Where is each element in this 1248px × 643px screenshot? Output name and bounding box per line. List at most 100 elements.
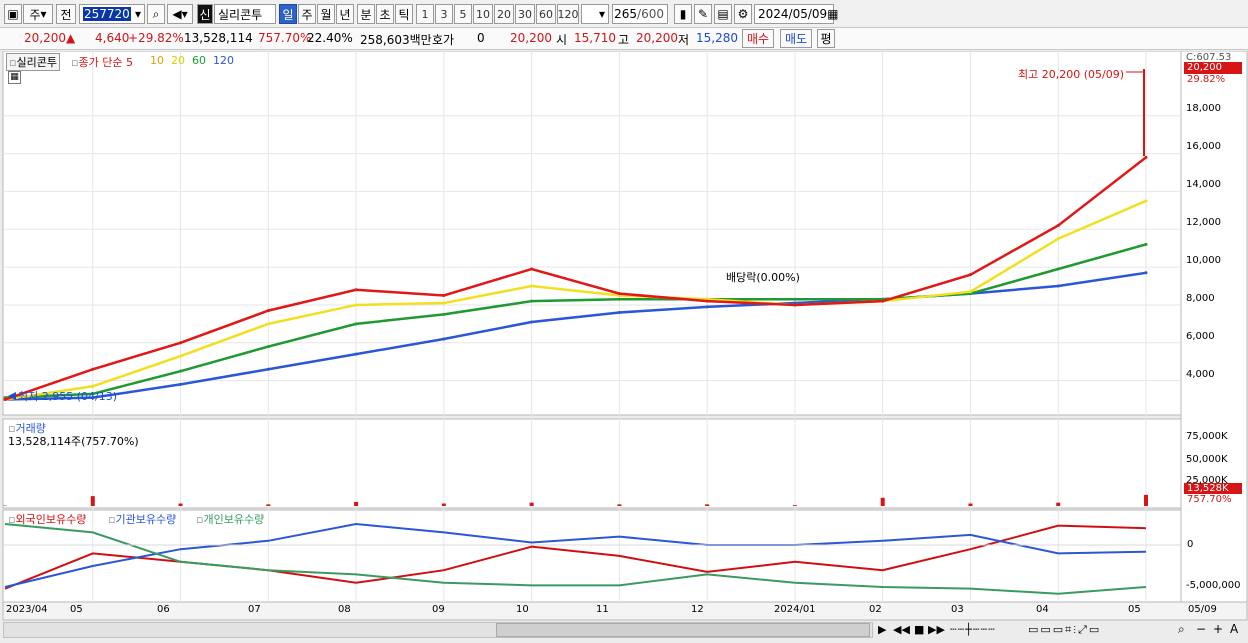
date-value: 2024/05/09 [758, 7, 828, 21]
speed-slider[interactable]: ┄┄┼┄┄┄ [950, 623, 996, 636]
turnover: 22.40% [307, 31, 353, 45]
period-minute[interactable]: 분 [357, 4, 375, 24]
interval-5[interactable]: 5 [454, 4, 472, 24]
buy-button[interactable]: 매수 [742, 29, 774, 48]
period-year[interactable]: 년 [336, 4, 354, 24]
period-tick[interactable]: 틱 [395, 4, 413, 24]
dividend-annotation: 배당락(0.00%) [726, 271, 800, 284]
series-point [617, 311, 621, 315]
x-label: 05 [1128, 604, 1141, 615]
y-tick: 10,000 [1186, 255, 1221, 266]
y-tick: 16,000 [1186, 141, 1221, 152]
series-point [968, 273, 972, 277]
legend-individual: ▫개인보유수량 [196, 511, 264, 527]
mode-prev-button[interactable]: 전 [56, 4, 76, 24]
font-size-icon[interactable]: A [1230, 622, 1238, 636]
candle-icon[interactable]: ▮ [674, 4, 692, 24]
series-point [1056, 284, 1060, 288]
period-week[interactable]: 주 [298, 4, 316, 24]
series-point [530, 284, 534, 288]
legend-close-label: 종가 단순 5 [78, 56, 133, 69]
period-second[interactable]: 초 [376, 4, 394, 24]
change-pct: +29.82% [128, 31, 184, 45]
interval-60[interactable]: 60 [536, 4, 556, 24]
panel-title[interactable]: ▫실리콘투 [6, 53, 60, 71]
zoom-out-icon[interactable]: − [1196, 622, 1206, 636]
series-point [266, 322, 270, 326]
stop-icon[interactable]: ■ [914, 623, 924, 636]
interval-120[interactable]: 120 [557, 4, 579, 24]
volume-bar [1056, 502, 1061, 506]
arrow-up-icon: ▲ [66, 31, 76, 45]
y-axis-bg [1180, 51, 1248, 603]
stock-badge: 신 [197, 4, 213, 24]
search-icon[interactable]: ⌕ [147, 4, 165, 24]
forward-icon[interactable]: ▶▶ [928, 623, 945, 636]
interval-20[interactable]: 20 [494, 4, 514, 24]
period-month[interactable]: 월 [317, 4, 335, 24]
series-point [1056, 223, 1060, 227]
chevron-down-icon[interactable]: ▾ [135, 7, 141, 21]
volume-bar [617, 504, 622, 506]
panel-title-label: 실리콘투 [16, 56, 57, 69]
legend-individual-label: 개인보유수량 [203, 513, 265, 526]
date-input[interactable]: 2024/05/09 ▦ [754, 4, 839, 24]
tool-icons[interactable]: ▭▭▭⌗⫶⤢▭ [1028, 623, 1101, 637]
last-pct-value: 29.82% [1187, 74, 1226, 85]
price: 20,200 [24, 31, 66, 45]
window-menu-icon[interactable]: ▣ [4, 4, 22, 24]
legend-ma60: 60 [192, 54, 206, 67]
legend-ma120: 120 [213, 54, 234, 67]
play-icon[interactable]: ▶ [878, 623, 886, 636]
series-point [91, 367, 95, 371]
vol-y-tick: 75,000K [1186, 431, 1228, 442]
calendar-icon[interactable]: ▦ [827, 7, 838, 21]
high-label: 고 [618, 33, 630, 47]
series-point [442, 337, 446, 341]
sell-button[interactable]: 매도 [780, 29, 812, 48]
legend-institution: ▫기관보유수량 [108, 511, 176, 527]
price-panel-bg [2, 51, 1182, 416]
zoom-search-icon[interactable]: ⌕ [1178, 622, 1185, 637]
series-point [1056, 267, 1060, 271]
gear-icon[interactable]: ⚙ [734, 4, 752, 24]
zoom-in-icon[interactable]: + [1213, 622, 1223, 636]
series-point [179, 354, 183, 358]
code-input[interactable]: 257720 ▾ [79, 4, 145, 24]
save-icon[interactable]: ▤ [714, 4, 732, 24]
series-point [530, 267, 534, 271]
amount: 258,603백만 [360, 33, 432, 47]
hold-y-tick: 0 [1187, 539, 1194, 550]
chevron-down-icon[interactable]: ▾ [581, 4, 609, 24]
draw-icon[interactable]: ✎ [694, 4, 712, 24]
bid-label: 호가 [432, 33, 455, 47]
period-day[interactable]: 일 [279, 4, 297, 24]
stock-name-field[interactable]: 실리콘투 [214, 4, 276, 24]
y-tick: 8,000 [1186, 293, 1215, 304]
volume-ratio: 757.70% [258, 31, 312, 45]
volume-bar [968, 503, 973, 506]
y-tick: 12,000 [1186, 217, 1221, 228]
series-point [442, 293, 446, 297]
volume: 13,528,114 [184, 31, 253, 45]
interval-10[interactable]: 10 [473, 4, 493, 24]
series-point [1144, 199, 1148, 203]
series-point [266, 367, 270, 371]
series-point [354, 352, 358, 356]
legend-foreign-label: 외국인보유수량 [15, 513, 87, 526]
series-point [354, 288, 358, 292]
rewind-icon[interactable]: ◀◀ [893, 623, 910, 636]
mode-primary-select[interactable]: 주 ▾ [23, 4, 53, 24]
interval-30[interactable]: 30 [515, 4, 535, 24]
table-icon[interactable]: ▦ [8, 71, 21, 84]
speaker-icon[interactable]: ◀▾ [167, 4, 193, 24]
x-label: 03 [951, 604, 964, 615]
avg-button[interactable]: 평 [817, 29, 835, 48]
count-value: 265 [614, 7, 638, 21]
legend-ma20: 20 [171, 54, 185, 67]
interval-3[interactable]: 3 [435, 4, 453, 24]
volume-bar [354, 501, 359, 506]
scrollbar-thumb[interactable] [496, 623, 870, 637]
count-field[interactable]: 265/600 [612, 4, 668, 24]
interval-1[interactable]: 1 [416, 4, 434, 24]
